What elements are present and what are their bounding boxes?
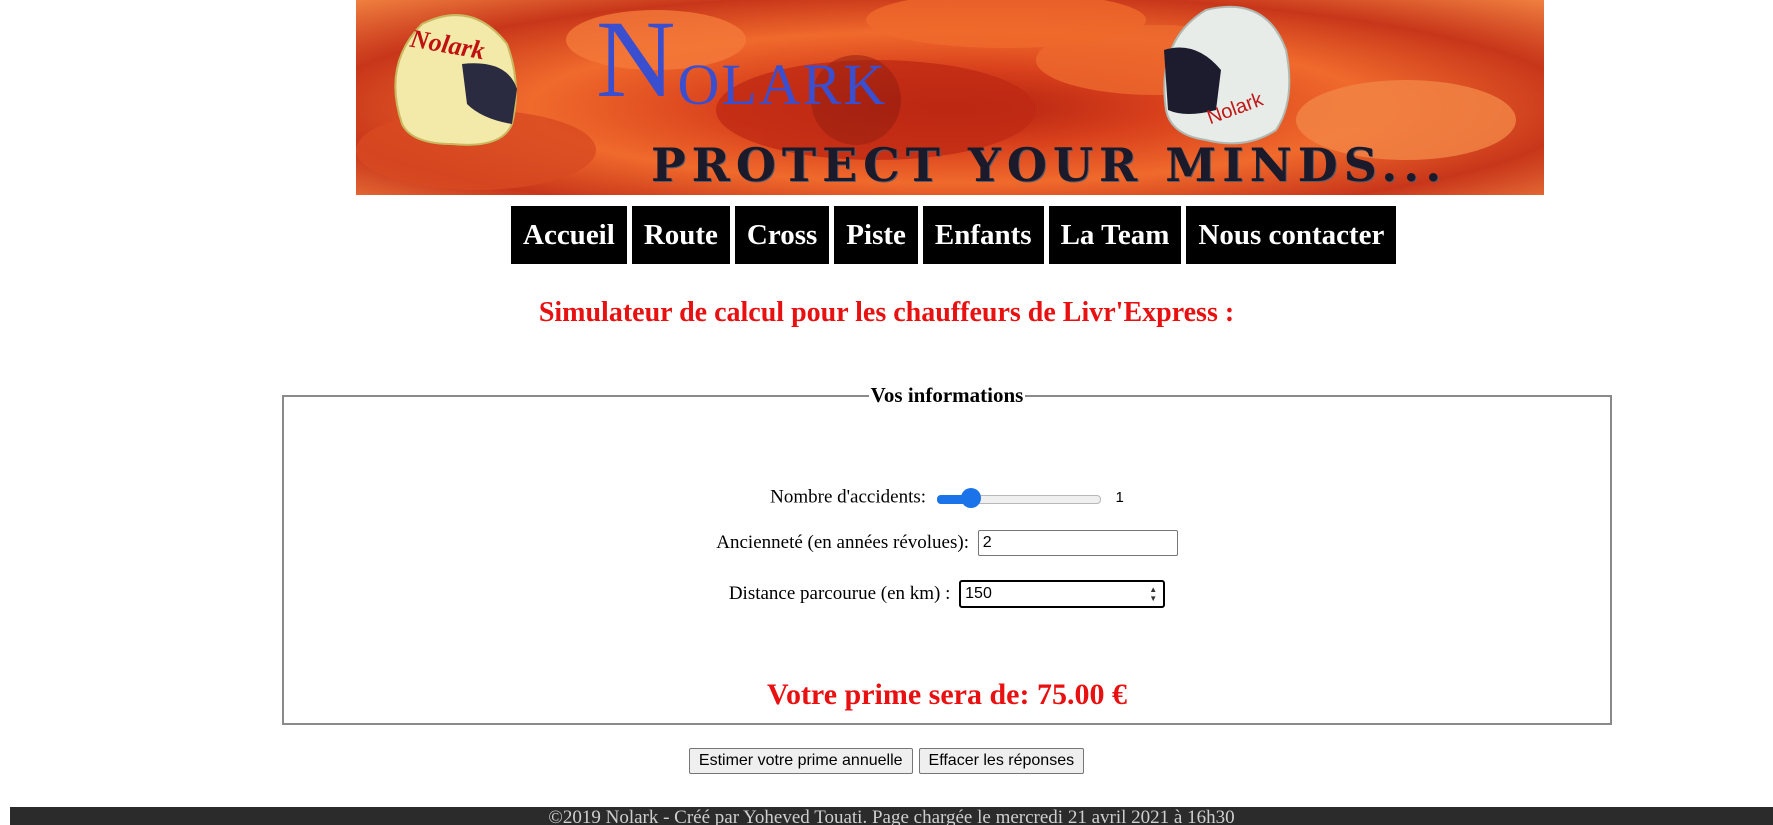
main-nav: Accueil Route Cross Piste Enfants La Tea… [511,206,1397,264]
accidents-value: 1 [1115,489,1124,507]
logo-initial: N [596,0,678,120]
distance-field: ▲▼ [959,580,1166,608]
estimate-button[interactable]: Estimer votre prime annuelle [688,748,913,774]
form-buttons: Estimer votre prime annuelle Effacer les… [0,748,1773,774]
fieldset-legend: Vos informations [870,383,1024,407]
helmet-left-image: Nolark [382,4,522,159]
slider-thumb[interactable] [960,487,981,508]
premium-result: Votre prime sera de: 75.00 € [767,678,1127,711]
accidents-row: Nombre d'accidents: 1 [284,486,1610,509]
seniority-row: Ancienneté (en années révolues): [284,530,1610,556]
logo-rest: OLARK [677,52,888,117]
nav-nous-contacter[interactable]: Nous contacter [1186,206,1397,264]
footer: ©2019 Nolark - Créé par Yoheved Touati. … [10,807,1773,825]
nav-accueil[interactable]: Accueil [511,206,627,264]
distance-label: Distance parcourue (en km) : [728,583,951,604]
tagline: PROTECT YOUR MINDS... [651,138,1448,192]
nav-cross[interactable]: Cross [734,206,830,264]
nav-route[interactable]: Route [631,206,730,264]
distance-row: Distance parcourue (en km) : ▲▼ [284,580,1610,608]
site-logo[interactable]: NOLARK [596,4,887,114]
seniority-input[interactable] [977,530,1178,556]
spinner-arrows-icon[interactable]: ▲ ▼ [1147,585,1159,603]
nav-enfants[interactable]: Enfants [922,206,1044,264]
nav-la-team[interactable]: La Team [1048,206,1182,264]
info-fieldset: Vos informations Nombre d'accidents: 1 A… [282,383,1612,725]
accidents-slider[interactable] [936,487,1101,509]
reset-button[interactable]: Effacer les réponses [918,748,1085,774]
header-banner: Nolark Nolark NOLARK PROTECT YOUR MINDS.… [356,0,1544,195]
page-title: Simulateur de calcul pour les chauffeurs… [538,297,1235,328]
helmet-right-image: Nolark [1146,0,1296,155]
seniority-label: Ancienneté (en années révolues): [716,532,969,553]
distance-input[interactable] [959,580,1166,608]
nav-piste[interactable]: Piste [834,206,918,264]
accidents-label: Nombre d'accidents: [770,486,927,508]
footer-text: ©2019 Nolark - Créé par Yoheved Touati. … [548,807,1235,825]
